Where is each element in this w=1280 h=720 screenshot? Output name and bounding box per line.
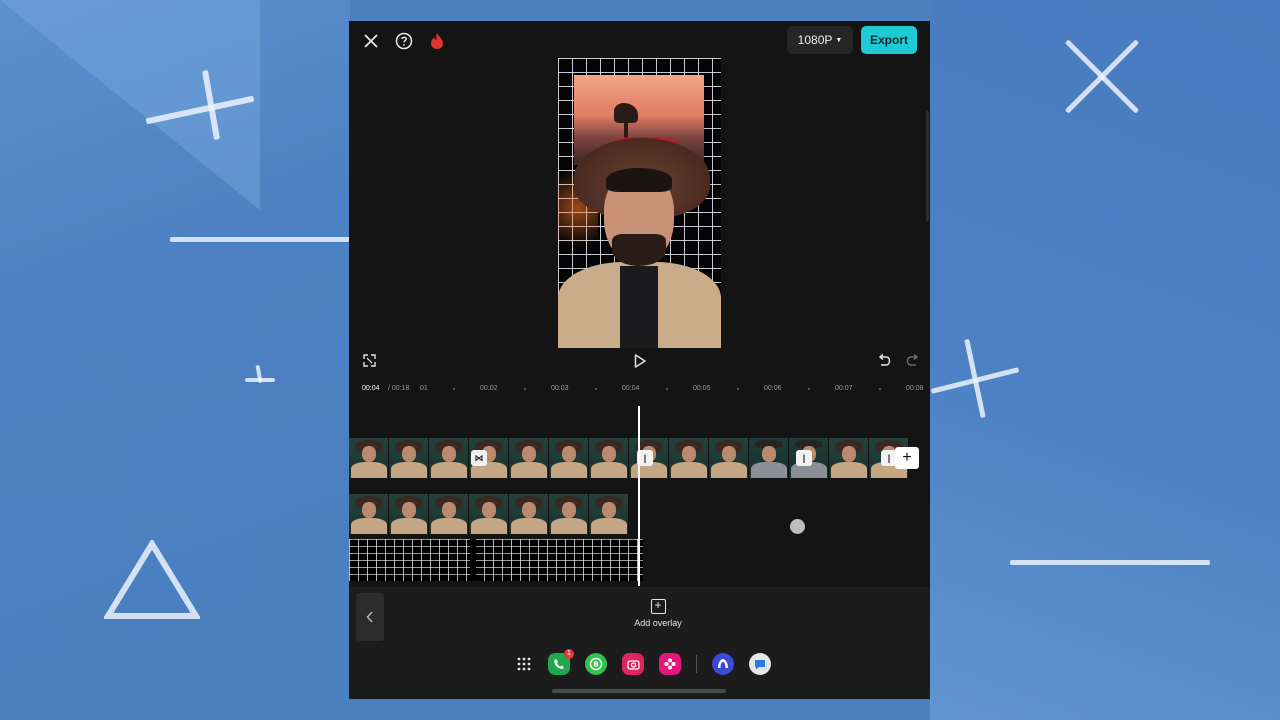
resolution-label: 1080P — [797, 33, 833, 47]
chevron-down-icon: ▼ — [835, 36, 843, 44]
ruler-tick — [737, 388, 739, 390]
clip-thumbnail[interactable] — [389, 438, 429, 478]
clip-thumbnail[interactable] — [749, 438, 789, 478]
back-button[interactable] — [356, 593, 384, 641]
phone-badge: 1 — [564, 649, 574, 659]
clip-thumbnail[interactable] — [589, 438, 629, 478]
bottom-toolbar: + Add overlay 1 B — [349, 587, 930, 699]
help-icon[interactable] — [390, 29, 418, 53]
ruler-mark: 00:08 — [906, 385, 924, 392]
app-drawer-icon[interactable] — [515, 653, 533, 675]
ruler-mark: 01 — [420, 385, 428, 392]
add-overlay-icon: + — [650, 599, 666, 614]
time-ruler[interactable]: 00:04 / 00:18 01 00:02 00:03 00:04 00:05… — [349, 381, 930, 397]
overlay-thumbnail[interactable] — [429, 494, 469, 534]
ruler-tick — [524, 388, 526, 390]
ruler-tick — [453, 388, 455, 390]
camera-app-icon[interactable] — [622, 653, 644, 675]
deco-triangle — [104, 540, 200, 619]
svg-text:B: B — [593, 661, 598, 669]
top-bar: 1080P ▼ Export — [349, 21, 930, 61]
close-icon[interactable] — [357, 29, 385, 53]
play-icon[interactable] — [631, 352, 649, 370]
dock-separator — [696, 655, 697, 673]
phone-app-icon[interactable]: 1 — [548, 649, 574, 675]
ruler-mark: 00:05 — [693, 385, 711, 392]
ruler-mark: 00:04 — [622, 385, 640, 392]
background-gradient-right — [930, 0, 1280, 720]
ruler-mark: 00:06 — [764, 385, 782, 392]
clip-thumbnail[interactable] — [829, 438, 869, 478]
app-dock: 1 B — [515, 649, 771, 677]
video-preview[interactable] — [558, 58, 721, 348]
fire-icon[interactable] — [423, 29, 451, 53]
overlay-thumbnail[interactable] — [509, 494, 549, 534]
messages-app-icon[interactable] — [749, 653, 771, 675]
whatsapp-business-icon[interactable]: B — [585, 653, 607, 675]
total-duration: / 00:18 — [388, 385, 410, 392]
add-clip-button[interactable]: + — [895, 447, 919, 469]
ruler-mark: 00:03 — [551, 385, 569, 392]
transition-icon[interactable]: | — [796, 450, 812, 466]
scroll-indicator[interactable] — [926, 111, 929, 221]
current-time: 00:04 — [362, 385, 380, 392]
clip-thumbnail[interactable] — [549, 438, 589, 478]
add-overlay-label: Add overlay — [634, 618, 682, 628]
playhead[interactable] — [638, 406, 640, 586]
grid-overlay-track[interactable] — [349, 539, 643, 581]
ruler-tick — [595, 388, 597, 390]
resolution-dropdown[interactable]: 1080P ▼ — [787, 26, 853, 54]
main-video-track[interactable] — [349, 438, 909, 478]
overlay-thumbnail[interactable] — [469, 494, 509, 534]
redo-icon[interactable] — [905, 352, 921, 368]
grid-track-gap — [470, 539, 476, 581]
clip-thumbnail[interactable] — [429, 438, 469, 478]
shirt — [620, 266, 658, 348]
beard — [612, 234, 666, 266]
deco-dash — [170, 237, 350, 242]
clip-thumbnail[interactable] — [669, 438, 709, 478]
drag-handle[interactable] — [790, 519, 805, 534]
add-overlay-button[interactable]: + Add overlay — [623, 599, 693, 635]
ruler-mark: 00:02 — [480, 385, 498, 392]
overlay-track[interactable] — [349, 494, 629, 534]
ruler-tick — [666, 388, 668, 390]
clip-thumbnail[interactable] — [709, 438, 749, 478]
presenter-figure — [558, 138, 721, 348]
clip-thumbnail[interactable] — [509, 438, 549, 478]
ruler-mark: 00:07 — [835, 385, 853, 392]
deco-dash — [1010, 560, 1210, 565]
hair — [606, 168, 672, 192]
export-button[interactable]: Export — [861, 26, 917, 54]
browser-app-icon[interactable] — [712, 653, 734, 675]
fullscreen-icon[interactable] — [361, 352, 377, 368]
undo-icon[interactable] — [876, 352, 892, 368]
clip-thumbnail[interactable] — [349, 438, 389, 478]
home-indicator[interactable] — [552, 689, 726, 693]
overlay-thumbnail[interactable] — [349, 494, 389, 534]
ruler-tick — [808, 388, 810, 390]
overlay-thumbnail[interactable] — [589, 494, 629, 534]
ruler-tick — [879, 388, 881, 390]
editor-window: 1080P ▼ Export 00:04 / 00:18 01 00:02 00… — [349, 21, 930, 699]
overlay-thumbnail[interactable] — [389, 494, 429, 534]
overlay-thumbnail[interactable] — [549, 494, 589, 534]
gallery-app-icon[interactable] — [659, 653, 681, 675]
transition-icon[interactable]: ⋈ — [471, 450, 487, 466]
